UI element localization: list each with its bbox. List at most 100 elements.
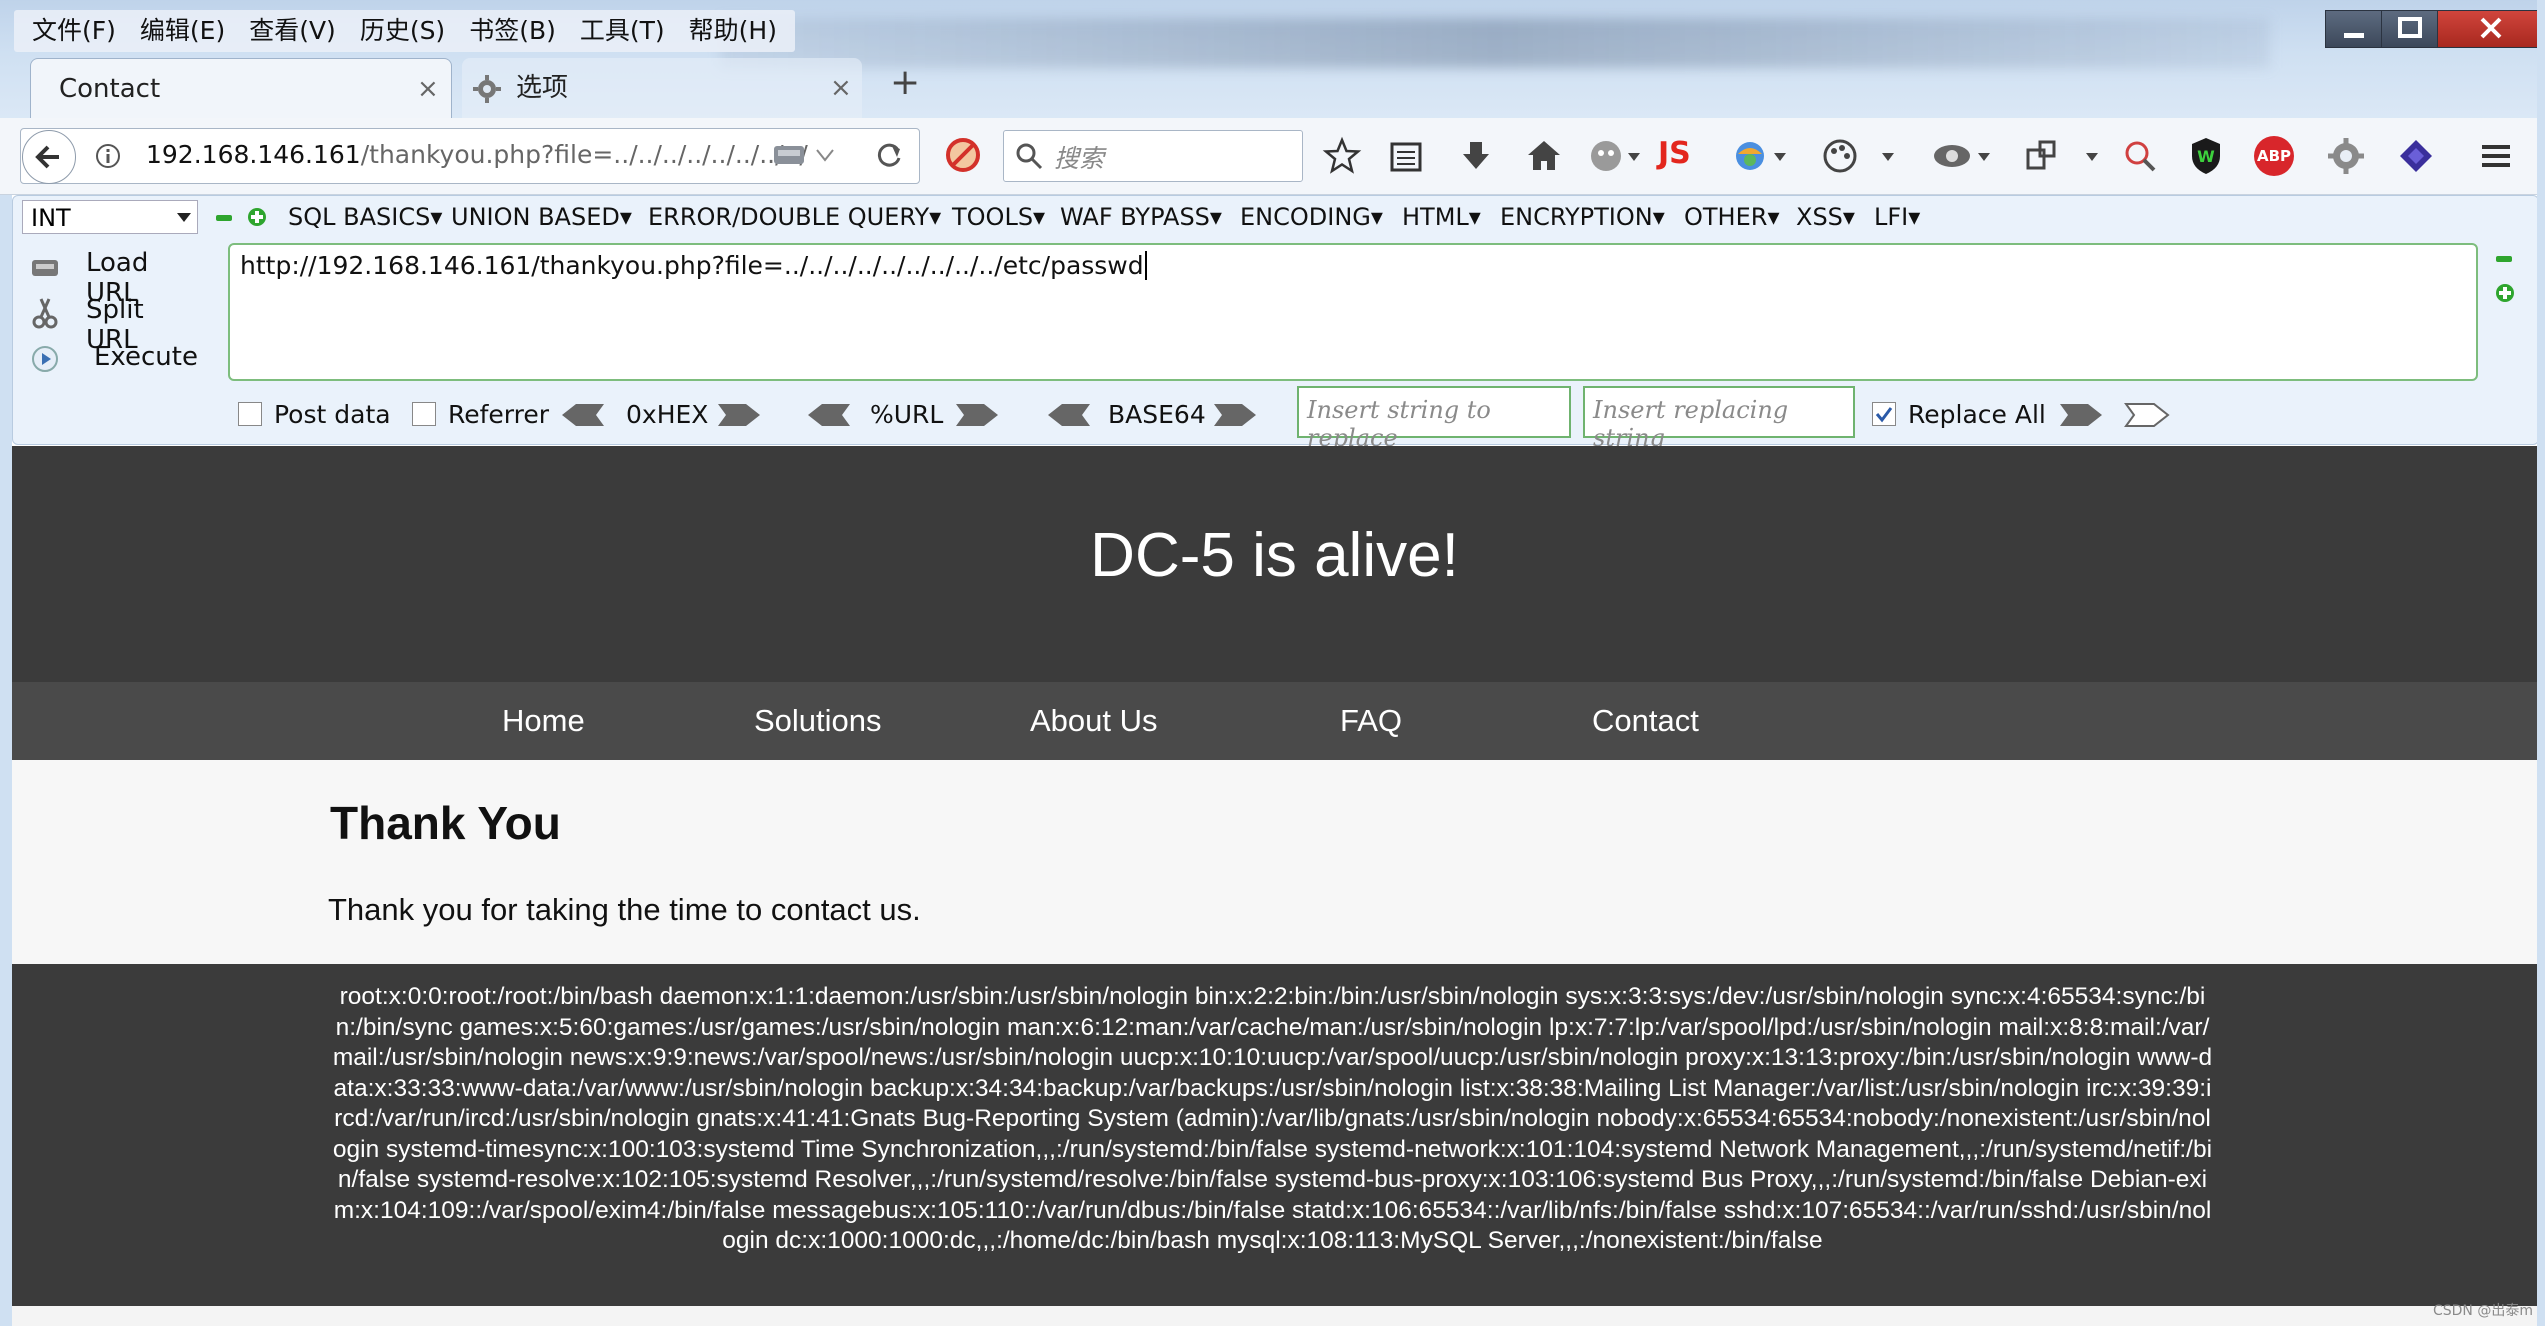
nav-home[interactable]: Home	[502, 682, 585, 760]
download-icon[interactable]	[1456, 136, 1496, 176]
search-input[interactable]: 搜索	[1003, 130, 1303, 182]
base64-label: BASE64	[1108, 400, 1206, 429]
split-url-button[interactable]: Split URL	[30, 295, 200, 355]
settings-gear-icon[interactable]	[2326, 136, 2366, 176]
addon-face-icon[interactable]	[1586, 136, 1626, 176]
eye-icon[interactable]	[1930, 136, 1974, 176]
noscript-icon[interactable]	[944, 136, 982, 174]
window-frame-left	[0, 195, 12, 1326]
referrer-checkbox[interactable]	[412, 402, 436, 426]
replace-string-input[interactable]: Insert string to replace	[1297, 386, 1571, 452]
address-text[interactable]: 192.168.146.161/thankyou.php?file=../../…	[146, 138, 808, 172]
nav-faq[interactable]: FAQ	[1340, 682, 1402, 760]
tab-options[interactable]: 选项 ×	[462, 58, 862, 118]
hamburger-menu-icon[interactable]	[2476, 136, 2516, 176]
hex-decode-arrow-icon[interactable]	[560, 402, 606, 428]
reading-list-icon[interactable]	[1386, 136, 1426, 176]
dropdown-arrow-icon[interactable]	[814, 146, 836, 164]
back-arrow-icon	[35, 145, 59, 169]
base64-decode-arrow-icon[interactable]	[1046, 402, 1092, 428]
maximize-button[interactable]	[2381, 10, 2439, 48]
replace-all-label: Replace All	[1908, 400, 2046, 429]
url-decode-arrow-icon[interactable]	[806, 402, 852, 428]
replacing-string-input[interactable]: Insert replacing string	[1583, 386, 1855, 452]
menu-bookmarks[interactable]: 书签(B)	[457, 10, 568, 52]
dropdown-arrow-icon[interactable]	[1772, 150, 1788, 164]
menu-history[interactable]: 历史(S)	[348, 10, 457, 52]
search-placeholder: 搜索	[1054, 144, 1105, 173]
load-url-button[interactable]: Load URL	[30, 248, 200, 308]
play-icon	[32, 346, 58, 372]
adblock-icon[interactable]: ABP	[2254, 136, 2294, 176]
menu-tools[interactable]: TOOLS▾	[952, 200, 1045, 234]
nav-contact[interactable]: Contact	[1592, 682, 1699, 760]
svg-text:W: W	[2197, 147, 2215, 166]
bookmark-star-icon[interactable]	[1322, 136, 1362, 176]
reload-icon[interactable]	[872, 138, 906, 172]
tab-close-icon[interactable]: ×	[417, 59, 439, 119]
close-window-button[interactable]	[2437, 10, 2545, 48]
menu-lfi[interactable]: LFI▾	[1874, 200, 1920, 234]
menu-error-double-query[interactable]: ERROR/DOUBLE QUERY▾	[648, 200, 941, 234]
menu-view[interactable]: 查看(V)	[237, 10, 348, 52]
tab-title: 选项	[516, 73, 569, 103]
menu-encoding[interactable]: ENCODING▾	[1240, 200, 1383, 234]
watermark: CSDN @出泰m	[2432, 1303, 2533, 1319]
menu-waf-bypass[interactable]: WAF BYPASS▾	[1060, 200, 1222, 234]
nav-solutions[interactable]: Solutions	[754, 682, 882, 760]
replace-apply-arrow-icon[interactable]	[2124, 402, 2170, 428]
hackbar-url-textarea[interactable]: http://192.168.146.161/thankyou.php?file…	[228, 243, 2478, 381]
menu-sql-basics[interactable]: SQL BASICS▾	[288, 200, 442, 234]
screenshot-icon[interactable]	[2022, 136, 2062, 176]
minus-icon[interactable]	[2494, 250, 2514, 268]
chevron-down-icon	[177, 213, 191, 222]
plus-icon[interactable]	[246, 206, 268, 228]
back-button[interactable]	[22, 130, 76, 184]
scissors-icon	[32, 298, 58, 329]
hex-encode-arrow-icon[interactable]	[716, 402, 762, 428]
page-bottom	[12, 1306, 2537, 1326]
menu-tools[interactable]: 工具(T)	[568, 10, 677, 52]
minimize-button[interactable]	[2325, 10, 2383, 48]
menu-xss[interactable]: XSS▾	[1796, 200, 1855, 234]
type-select[interactable]: INT	[22, 200, 198, 234]
tab-close-icon[interactable]: ×	[830, 58, 852, 118]
dropdown-arrow-icon[interactable]	[1976, 150, 1992, 164]
menu-encryption[interactable]: ENCRYPTION▾	[1500, 200, 1665, 234]
plus-icon[interactable]	[2494, 282, 2516, 304]
page-action-icon[interactable]	[772, 140, 806, 170]
palette-icon[interactable]	[1820, 136, 1860, 176]
load-url-icon	[32, 260, 58, 276]
magnifier-tool-icon[interactable]	[2120, 136, 2160, 176]
layers-addon-icon[interactable]	[2396, 136, 2436, 176]
close-icon	[2480, 17, 2502, 39]
execute-button[interactable]: Execute	[30, 342, 200, 378]
translate-icon[interactable]	[1730, 136, 1770, 176]
site-nav	[12, 682, 2537, 760]
menu-edit[interactable]: 编辑(E)	[128, 10, 237, 52]
menu-union-based[interactable]: UNION BASED▾	[451, 200, 632, 234]
post-data-checkbox[interactable]	[238, 402, 262, 426]
replace-arrow-icon[interactable]	[2058, 402, 2104, 428]
gear-icon	[473, 75, 501, 103]
menu-help[interactable]: 帮助(H)	[677, 10, 789, 52]
home-icon[interactable]	[1524, 136, 1564, 176]
new-tab-button[interactable]: +	[890, 62, 920, 103]
menu-other[interactable]: OTHER▾	[1684, 200, 1779, 234]
shield-icon[interactable]: W	[2186, 134, 2226, 178]
site-title: DC-5 is alive!	[1090, 521, 1459, 590]
menu-html[interactable]: HTML▾	[1402, 200, 1481, 234]
dropdown-arrow-icon[interactable]	[1880, 150, 1896, 164]
tab-contact[interactable]: Contact ×	[30, 58, 452, 119]
base64-encode-arrow-icon[interactable]	[1212, 402, 1258, 428]
js-switch-icon[interactable]: JS	[1658, 136, 1691, 171]
nav-about-us[interactable]: About Us	[1030, 682, 1158, 760]
info-icon[interactable]	[94, 142, 122, 170]
dropdown-arrow-icon[interactable]	[1626, 150, 1642, 164]
minus-icon[interactable]	[214, 208, 234, 228]
content-area	[12, 760, 2537, 964]
menu-file[interactable]: 文件(F)	[20, 10, 128, 52]
dropdown-arrow-icon[interactable]	[2084, 150, 2100, 164]
url-encode-arrow-icon[interactable]	[954, 402, 1000, 428]
replace-all-checkbox[interactable]	[1872, 402, 1896, 426]
